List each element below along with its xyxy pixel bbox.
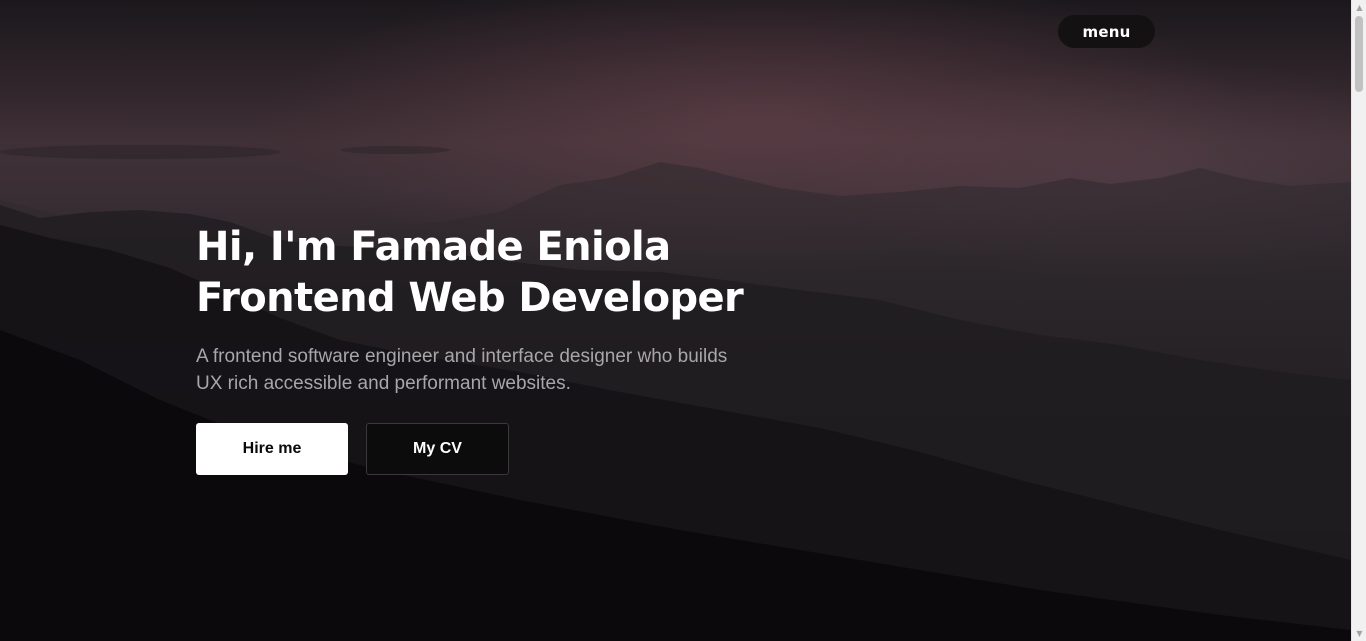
chevron-down-icon[interactable]: ▼	[1352, 626, 1366, 641]
hero-subtitle: A frontend software engineer and interfa…	[196, 346, 728, 394]
chevron-up-icon[interactable]: ▲	[1352, 0, 1366, 15]
page-scrollbar[interactable]: ▲ ▼	[1351, 0, 1366, 641]
my-cv-button[interactable]: My CV	[366, 423, 509, 475]
headline-greeting: Hi, I'm Famade Eniola	[196, 224, 671, 270]
page-title: Hi, I'm Famade Eniola Frontend Web Devel…	[196, 222, 896, 324]
scrollbar-thumb[interactable]	[1355, 16, 1363, 92]
hero-actions: Hire me My CV	[196, 423, 509, 475]
hero-section: menu Hi, I'm Famade Eniola Frontend Web …	[0, 0, 1351, 641]
headline-role: Frontend Web Developer	[196, 275, 744, 321]
hero-content: Hi, I'm Famade Eniola Frontend Web Devel…	[196, 222, 896, 397]
hire-me-button[interactable]: Hire me	[196, 423, 348, 475]
menu-button[interactable]: menu	[1058, 15, 1155, 48]
